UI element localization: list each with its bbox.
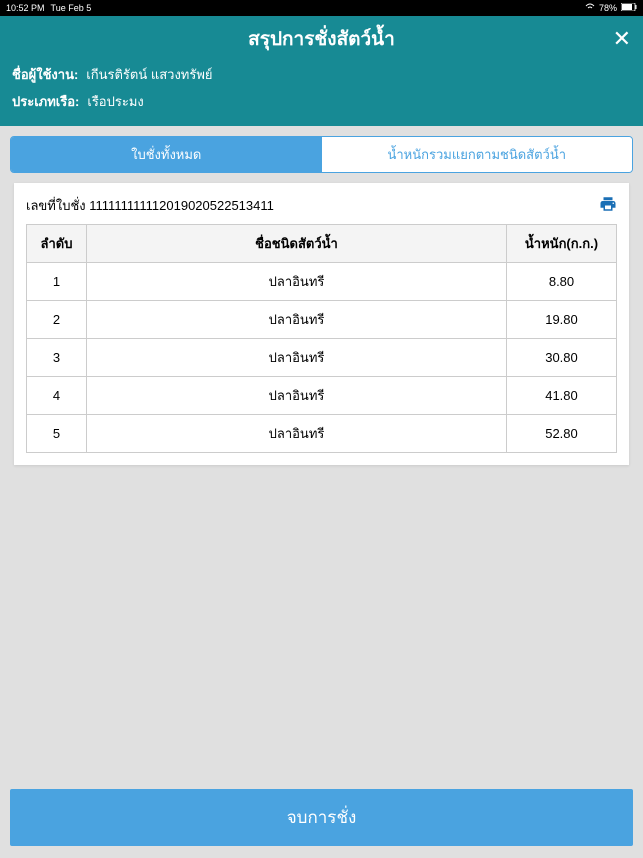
tab-weight-by-species[interactable]: น้ำหนักรวมแยกตามชนิดสัตว์น้ำ <box>322 137 633 172</box>
cell-weight: 30.80 <box>507 339 617 377</box>
close-icon[interactable]: ✕ <box>613 26 631 52</box>
user-label: ชื่อผู้ใช้งาน: <box>12 64 78 85</box>
status-time: 10:52 PM <box>6 3 45 13</box>
battery-icon <box>621 3 637 13</box>
status-bar: 10:52 PM Tue Feb 5 78% <box>0 0 643 16</box>
cell-species: ปลาอินทรี <box>87 339 507 377</box>
table-row: 3ปลาอินทรี30.80 <box>27 339 617 377</box>
cell-weight: 41.80 <box>507 377 617 415</box>
boat-type-label: ประเภทเรือ: <box>12 91 79 112</box>
wifi-icon <box>585 3 595 13</box>
status-date: Tue Feb 5 <box>51 3 92 13</box>
cell-weight: 8.80 <box>507 263 617 301</box>
table-row: 2ปลาอินทรี19.80 <box>27 301 617 339</box>
th-weight: น้ำหนัก(ก.ก.) <box>507 225 617 263</box>
cell-seq: 3 <box>27 339 87 377</box>
th-species: ชื่อชนิดสัตว์น้ำ <box>87 225 507 263</box>
cell-weight: 52.80 <box>507 415 617 453</box>
cell-species: ปลาอินทรี <box>87 377 507 415</box>
receipt-card: เลขที่ใบชั่ง 111111111112019020522513411… <box>14 183 629 465</box>
cell-seq: 5 <box>27 415 87 453</box>
table-row: 1ปลาอินทรี8.80 <box>27 263 617 301</box>
weight-table: ลำดับ ชื่อชนิดสัตว์น้ำ น้ำหนัก(ก.ก.) 1ปล… <box>26 224 617 453</box>
header: สรุปการชั่งสัตว์น้ำ ✕ ชื่อผู้ใช้งาน: เกี… <box>0 16 643 126</box>
finish-button[interactable]: จบการชั่ง <box>10 789 633 846</box>
boat-type: เรือประมง <box>87 91 143 112</box>
status-battery: 78% <box>599 3 617 13</box>
cell-species: ปลาอินทรี <box>87 301 507 339</box>
cell-weight: 19.80 <box>507 301 617 339</box>
table-row: 4ปลาอินทรี41.80 <box>27 377 617 415</box>
table-row: 5ปลาอินทรี52.80 <box>27 415 617 453</box>
page-title: สรุปการชั่งสัตว์น้ำ <box>12 24 631 54</box>
tab-all-receipts[interactable]: ใบชั่งทั้งหมด <box>11 137 322 172</box>
cell-seq: 4 <box>27 377 87 415</box>
cell-seq: 1 <box>27 263 87 301</box>
cell-species: ปลาอินทรี <box>87 415 507 453</box>
print-icon[interactable] <box>599 195 617 216</box>
user-name: เกีนรติรัตน์ แสวงทรัพย์ <box>86 64 212 85</box>
receipt-label: เลขที่ใบชั่ง <box>26 198 86 213</box>
cell-species: ปลาอินทรี <box>87 263 507 301</box>
th-seq: ลำดับ <box>27 225 87 263</box>
cell-seq: 2 <box>27 301 87 339</box>
tabs: ใบชั่งทั้งหมด น้ำหนักรวมแยกตามชนิดสัตว์น… <box>10 136 633 173</box>
receipt-number: 111111111112019020522513411 <box>89 198 274 213</box>
